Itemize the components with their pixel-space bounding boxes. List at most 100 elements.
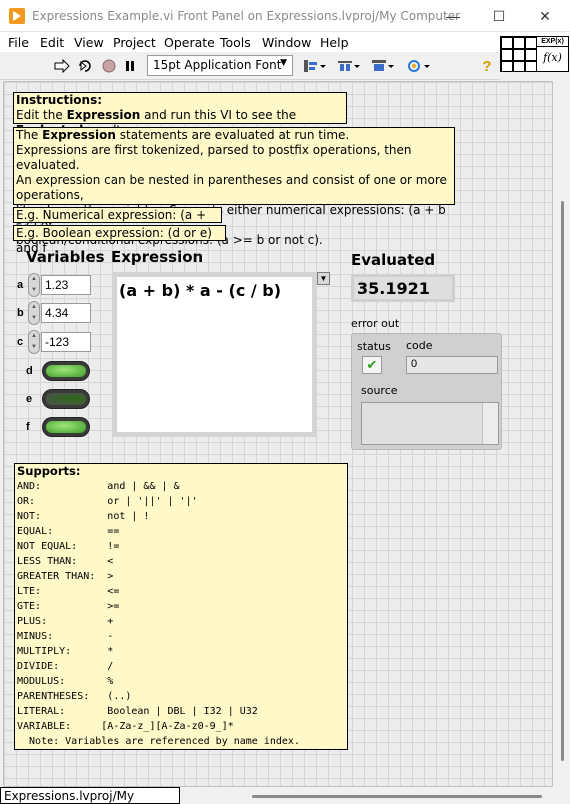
supports-title: Supports: xyxy=(17,464,81,478)
vertical-scrollbar[interactable] xyxy=(555,81,570,787)
variable-c-spinner[interactable]: ▲ ▼ xyxy=(28,330,40,354)
variable-b-input[interactable]: 4.34 xyxy=(41,303,91,323)
menu-bar: File Edit View Project Operate Tools Win… xyxy=(0,32,570,52)
instructions-text-2: and run this VI to see the xyxy=(140,108,297,122)
status-label: status xyxy=(357,340,391,353)
resize-objects-icon[interactable] xyxy=(371,58,395,74)
supports-line: NOT EQUAL: != xyxy=(17,541,120,552)
variable-d-led-button[interactable] xyxy=(42,361,90,381)
expression-dropdown-icon[interactable]: ▼ xyxy=(317,272,330,285)
instructions-title: Instructions: xyxy=(16,93,103,107)
status-check-icon: ✔ xyxy=(362,356,382,374)
example-numerical: E.g. Numerical expression: (a + b) * c xyxy=(13,207,222,237)
evaluated-label: Evaluated xyxy=(351,251,436,269)
toolbar: 15pt Application Font ▼ ? xyxy=(0,52,500,80)
menu-window[interactable]: Window xyxy=(262,35,311,50)
variable-a-label: a xyxy=(17,279,24,291)
horizontal-scroll-thumb[interactable] xyxy=(252,795,542,798)
expression-input[interactable]: (a + b) * a - (c / b) xyxy=(112,272,317,437)
menu-help[interactable]: Help xyxy=(320,35,349,50)
variables-label: Variables xyxy=(26,248,105,266)
supports-line: LITERAL: Boolean | DBL | I32 | U32 xyxy=(17,706,258,717)
example-boolean: E.g. Boolean expression: (d or e) and f xyxy=(13,225,226,255)
vi-icon[interactable]: EXP(x) f(x) xyxy=(536,36,569,72)
supports-line: LESS THAN: < xyxy=(17,556,114,567)
menu-operate[interactable]: Operate xyxy=(164,35,215,50)
window-title: Expressions Example.vi Front Panel on Ex… xyxy=(32,9,461,23)
run-continuously-icon[interactable] xyxy=(76,58,94,74)
instructions-text-1: Edit the xyxy=(16,108,67,122)
description-text-1: The xyxy=(16,128,43,142)
maximize-button[interactable]: ☐ xyxy=(476,0,522,32)
code-indicator: 0 xyxy=(406,356,498,374)
variable-a-spinner[interactable]: ▲ ▼ xyxy=(28,273,40,297)
supports-line: GREATER THAN: > xyxy=(17,571,114,582)
help-icon[interactable]: ? xyxy=(478,58,496,75)
vi-icon-fx: f(x) xyxy=(543,51,562,64)
minimize-button[interactable]: — xyxy=(430,0,476,32)
font-dropdown[interactable]: 15pt Application Font ▼ xyxy=(147,55,293,76)
error-out-cluster: status code ✔ 0 source xyxy=(351,333,502,450)
supports-line: AND: and | && | & xyxy=(17,481,180,492)
supports-line: DIVIDE: / xyxy=(17,661,114,672)
error-out-label: error out xyxy=(351,317,400,330)
align-objects-icon[interactable] xyxy=(303,58,327,74)
vi-icon-title: EXP(x) xyxy=(537,37,568,47)
code-label: code xyxy=(406,339,433,352)
front-panel: Instructions: Edit the Expression and ru… xyxy=(3,81,553,787)
source-scrollbar[interactable] xyxy=(482,403,498,444)
description-line-2: Expressions are first tokenized, parsed … xyxy=(16,143,412,172)
variable-e-label: e xyxy=(26,393,33,405)
menu-view[interactable]: View xyxy=(74,35,104,50)
variable-a-input[interactable]: 1.23 xyxy=(41,275,91,295)
menu-file[interactable]: File xyxy=(8,35,29,50)
supports-line: GTE: >= xyxy=(17,601,120,612)
supports-line: PARENTHESES: (..) xyxy=(17,691,132,702)
supports-line: MINUS: - xyxy=(17,631,114,642)
supports-line: EQUAL: == xyxy=(17,526,120,537)
source-indicator xyxy=(361,402,499,445)
title-bar: Expressions Example.vi Front Panel on Ex… xyxy=(0,0,570,32)
evaluated-indicator: 35.1921 xyxy=(351,274,455,302)
supports-line: OR: or | '||' | '|' xyxy=(17,496,198,507)
variable-c-label: c xyxy=(17,336,24,348)
vertical-scroll-thumb[interactable] xyxy=(561,201,564,761)
supports-line: MODULUS: % xyxy=(17,676,114,687)
pause-icon[interactable] xyxy=(121,58,139,74)
source-label: source xyxy=(361,384,398,397)
description-note: The Expression statements are evaluated … xyxy=(13,127,455,247)
supports-line: MULTIPLY: * xyxy=(17,646,114,657)
close-button[interactable]: ✕ xyxy=(522,0,568,32)
chevron-down-icon: ▼ xyxy=(280,58,287,68)
reorder-icon[interactable] xyxy=(407,58,431,74)
variable-b-label: b xyxy=(17,307,24,319)
variable-e-led-button[interactable] xyxy=(42,389,90,409)
description-bold: Expression xyxy=(42,128,116,142)
connector-pane[interactable] xyxy=(500,36,537,72)
variable-c-input[interactable]: -123 xyxy=(41,332,91,352)
labview-app-icon xyxy=(9,8,25,24)
variable-f-led-button[interactable] xyxy=(42,417,90,437)
variable-f-label: f xyxy=(26,421,30,433)
distribute-objects-icon[interactable] xyxy=(337,58,361,74)
status-bar-project: Expressions.lvproj/My Computer xyxy=(0,787,180,804)
run-arrow-icon[interactable] xyxy=(53,58,71,74)
instructions-bold-1: Expression xyxy=(66,108,141,122)
expression-label: Expression xyxy=(111,248,204,266)
variable-b-spinner[interactable]: ▲ ▼ xyxy=(28,301,40,325)
menu-edit[interactable]: Edit xyxy=(40,35,64,50)
description-text-2: statements are evaluated at run time. xyxy=(115,128,350,142)
variable-d-label: d xyxy=(26,365,33,377)
supports-line: PLUS: + xyxy=(17,616,114,627)
horizontal-scrollbar[interactable] xyxy=(180,787,555,804)
menu-tools[interactable]: Tools xyxy=(220,35,251,50)
abort-icon[interactable] xyxy=(100,58,118,74)
supports-note: Supports: AND: and | && | & OR: or | '||' … xyxy=(14,463,348,750)
supports-line: Note: Variables are referenced by name i… xyxy=(17,736,300,747)
supports-line: LTE: <= xyxy=(17,586,120,597)
font-dropdown-value: 15pt Application Font xyxy=(153,58,282,72)
instructions-note: Instructions: Edit the Expression and ru… xyxy=(13,92,347,137)
supports-line: NOT: not | ! xyxy=(17,511,150,522)
menu-project[interactable]: Project xyxy=(113,35,156,50)
supports-line: VARIABLE: [A-Za-z_][A-Za-z0-9_]* xyxy=(17,721,234,732)
